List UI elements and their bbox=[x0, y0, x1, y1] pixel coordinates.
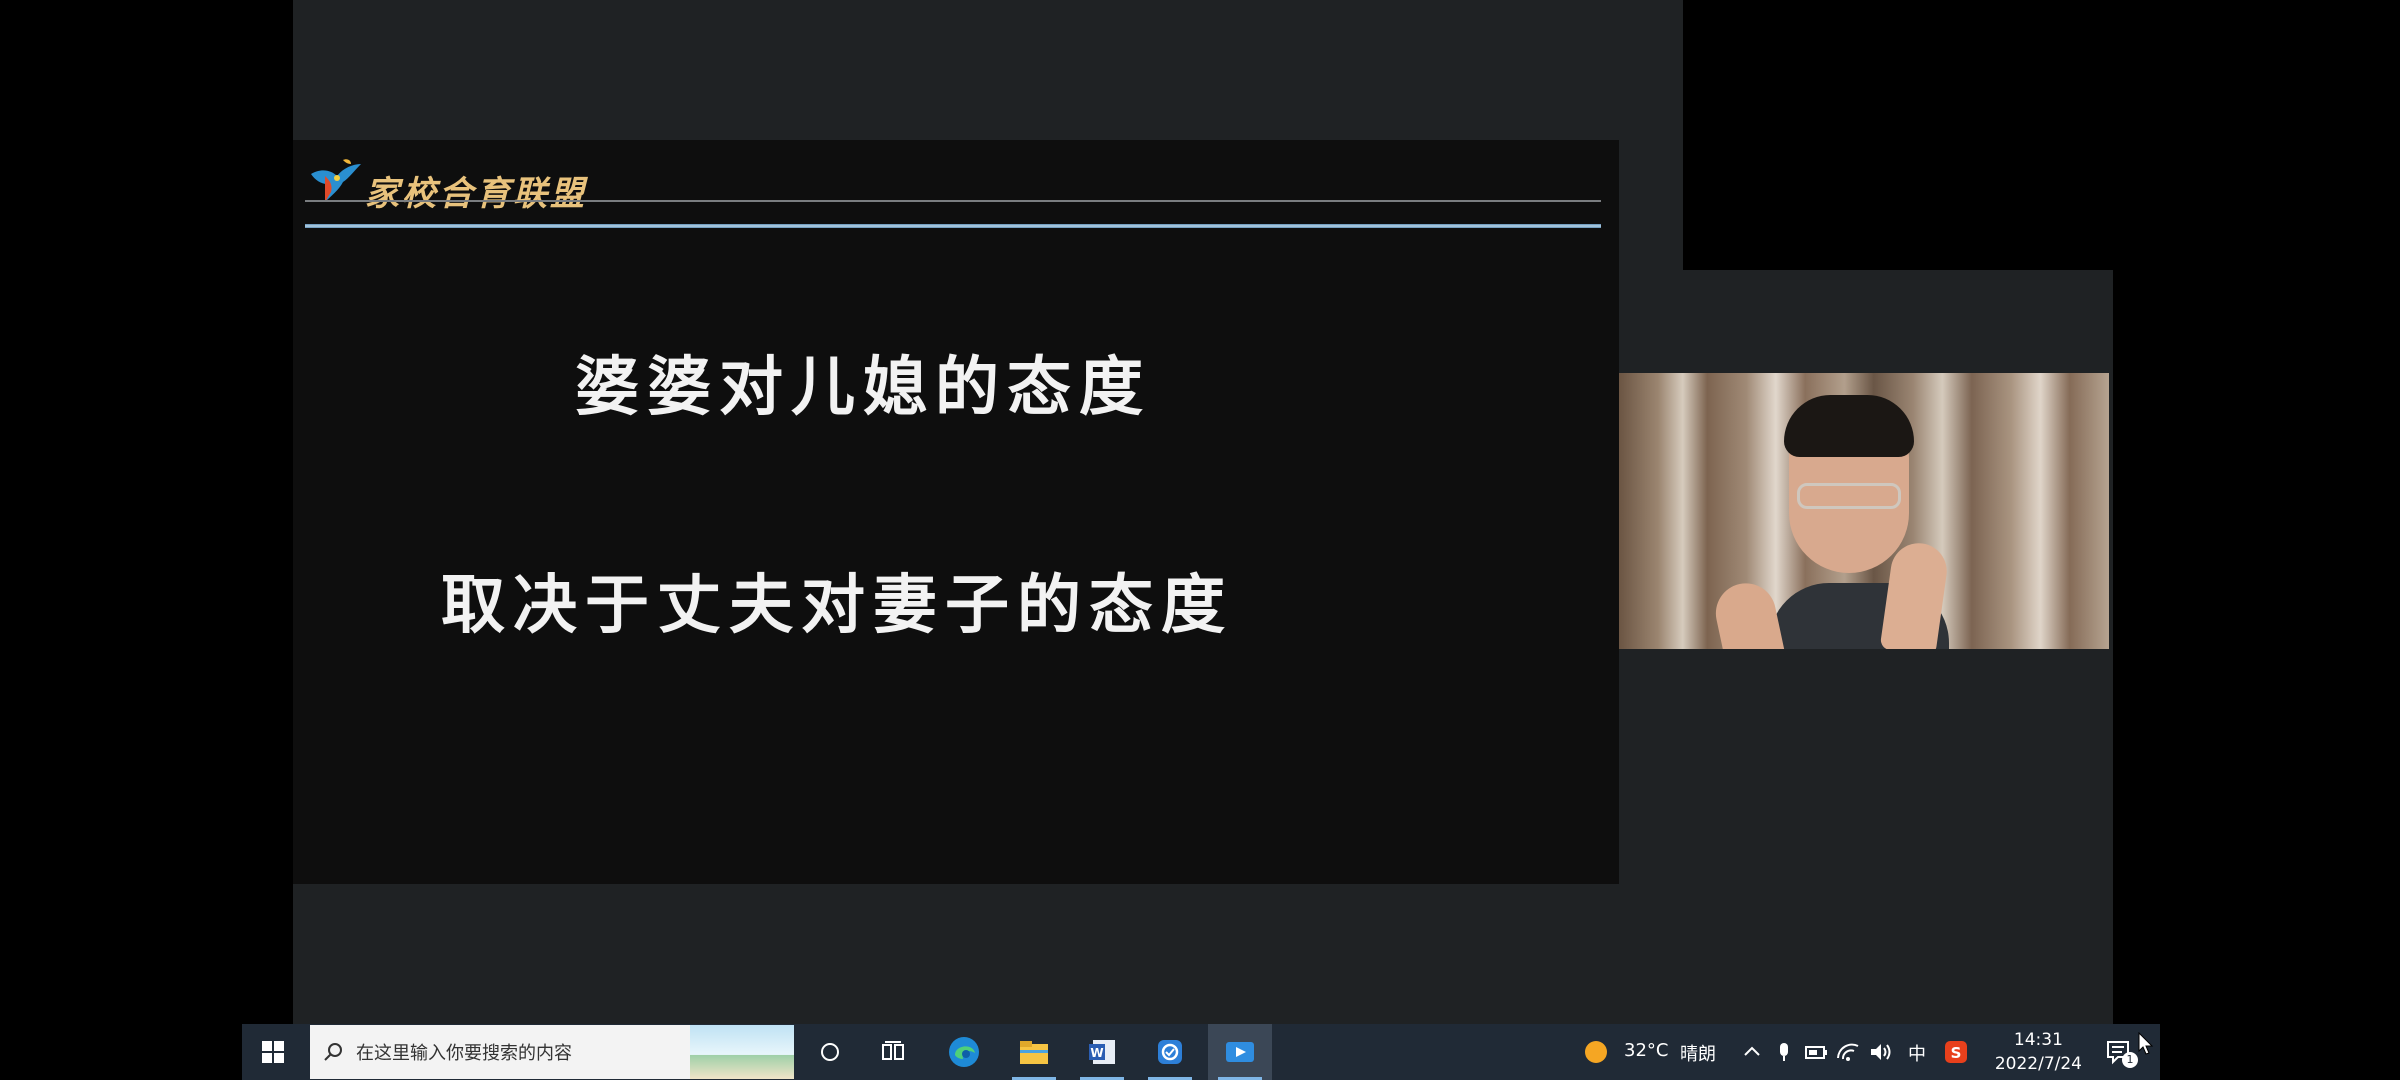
notification-count-badge: 1 bbox=[2122, 1052, 2138, 1068]
search-placeholder: 在这里输入你要搜索的内容 bbox=[356, 1043, 572, 1064]
slide-brand-title: 家校合育联盟 bbox=[365, 174, 587, 214]
person-glasses bbox=[1797, 483, 1901, 509]
slide-heading-line-2: 取决于丈夫对妻子的态度 bbox=[441, 568, 1233, 643]
battery-icon[interactable] bbox=[1802, 1038, 1830, 1066]
svg-text:W: W bbox=[1090, 1046, 1103, 1060]
input-method-indicator[interactable]: 中 bbox=[1908, 1040, 1926, 1066]
start-button[interactable] bbox=[242, 1024, 304, 1080]
microphone-icon[interactable] bbox=[1770, 1038, 1798, 1066]
clock-date: 2022/7/24 bbox=[1994, 1054, 2082, 1074]
screen: 家校合育联盟 婆婆对儿媳的态度 取决于丈夫对妻子的态度 在这里输入你要搜索的内容… bbox=[0, 0, 2400, 1080]
cortana-icon bbox=[821, 1043, 839, 1061]
sun-weather-icon[interactable] bbox=[1582, 1038, 1610, 1066]
task-view-button[interactable] bbox=[862, 1024, 926, 1080]
webcam-video bbox=[1619, 373, 2109, 649]
word-button[interactable]: W bbox=[1070, 1024, 1134, 1080]
word-icon: W bbox=[1089, 1040, 1115, 1064]
file-explorer-icon bbox=[1020, 1041, 1048, 1064]
mouse-cursor-icon bbox=[2138, 1032, 2154, 1055]
edge-icon bbox=[949, 1037, 979, 1067]
system-clock[interactable]: 14:31 2022/7/24 bbox=[1995, 1028, 2082, 1076]
windows-start-icon bbox=[262, 1041, 284, 1063]
file-explorer-button[interactable] bbox=[1002, 1024, 1066, 1080]
slide-accent-line bbox=[305, 224, 1601, 228]
slide-divider-line bbox=[305, 200, 1601, 202]
sogou-input-icon[interactable]: S bbox=[1942, 1038, 1970, 1066]
app-icon bbox=[1158, 1040, 1182, 1064]
chevron-up-icon[interactable] bbox=[1738, 1038, 1766, 1066]
person-hand-left bbox=[1710, 577, 1788, 649]
weather-temperature[interactable]: 32°C bbox=[1624, 1040, 1668, 1061]
svg-text:S: S bbox=[1951, 1044, 1962, 1062]
slide-heading-line-1: 婆婆对儿媳的态度 bbox=[575, 350, 1151, 425]
presentation-slide: 家校合育联盟 婆婆对儿媳的态度 取决于丈夫对妻子的态度 bbox=[293, 140, 1619, 884]
search-icon bbox=[310, 1041, 356, 1063]
cortana-button[interactable] bbox=[798, 1024, 862, 1080]
media-player-button[interactable] bbox=[1208, 1024, 1272, 1080]
search-box[interactable]: 在这里输入你要搜索的内容 bbox=[310, 1025, 794, 1079]
person-hair bbox=[1784, 395, 1914, 457]
wifi-icon[interactable] bbox=[1834, 1038, 1862, 1066]
taskbar: 在这里输入你要搜索的内容 W 32°C 晴朗 中 S 14:31 2022/7/… bbox=[242, 1024, 2160, 1080]
search-highlight-image bbox=[690, 1025, 794, 1079]
media-player-icon bbox=[1226, 1042, 1254, 1062]
clock-time: 14:31 bbox=[2013, 1030, 2063, 1050]
app-button[interactable] bbox=[1138, 1024, 1202, 1080]
notification-center-button[interactable]: 1 bbox=[2100, 1038, 2138, 1068]
weather-description[interactable]: 晴朗 bbox=[1680, 1040, 1716, 1066]
edge-button[interactable] bbox=[932, 1024, 996, 1080]
task-view-icon bbox=[882, 1041, 904, 1060]
volume-icon[interactable] bbox=[1866, 1038, 1894, 1066]
